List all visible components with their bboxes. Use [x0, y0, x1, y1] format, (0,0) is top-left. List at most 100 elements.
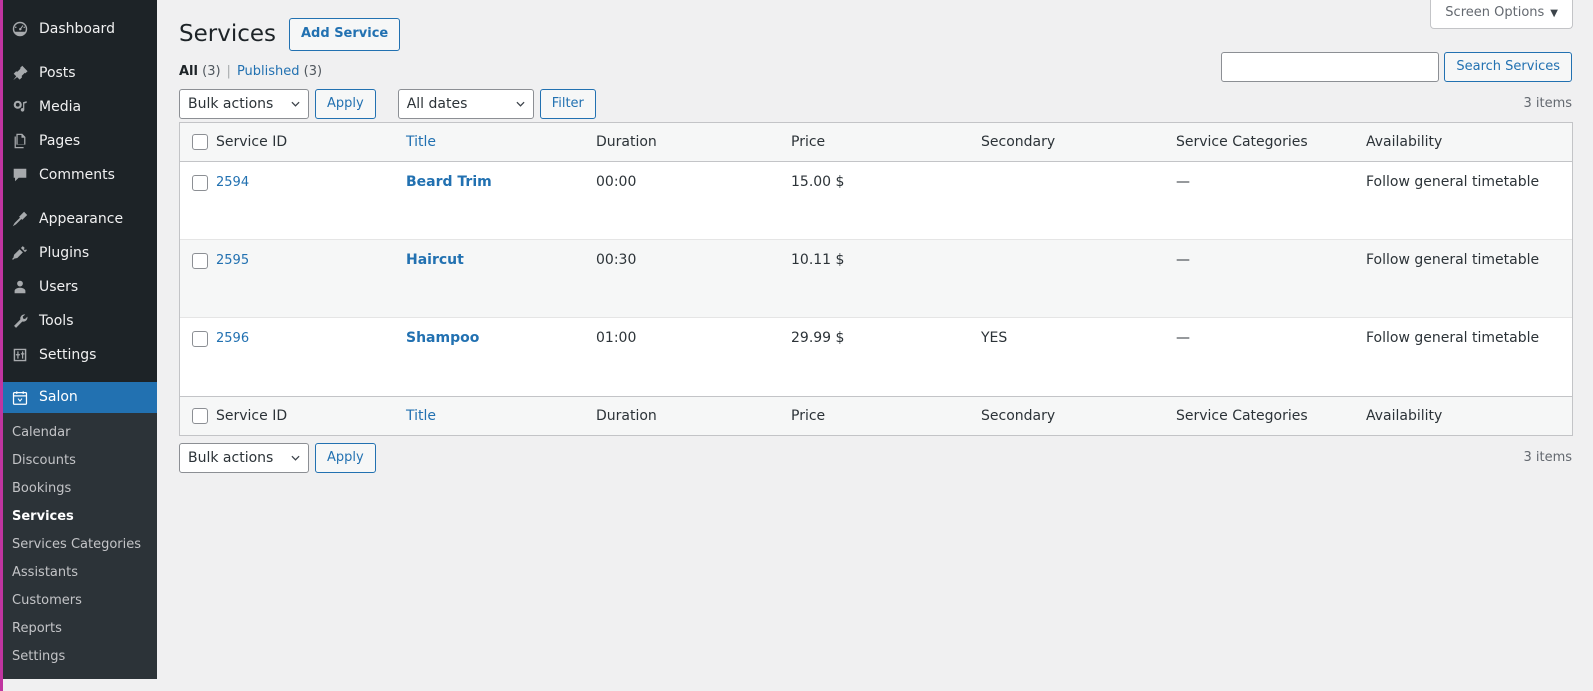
chevron-down-icon: ▼ [1550, 8, 1558, 19]
cell-availability: Follow general timetable [1366, 318, 1572, 397]
service-id-link[interactable]: 2594 [216, 175, 249, 190]
view-published-link[interactable]: Published [237, 64, 300, 79]
page-header: Services Add Service [179, 0, 1573, 54]
sidebar-item-settings[interactable]: Settings [0, 338, 157, 372]
column-header-service-id: Service ID [216, 122, 406, 163]
footer-column-duration: Duration [596, 396, 791, 436]
sidebar-item-calendar[interactable]: Calendar [0, 419, 157, 447]
sidebar-item-services[interactable]: Services [0, 503, 157, 531]
sidebar-item-label: Tools [39, 313, 74, 329]
view-published[interactable]: Published (3) [237, 64, 322, 79]
footer-column-service-id: Service ID [216, 396, 406, 436]
table-footer-row: Service ID Title Duration Price Secondar… [180, 396, 1572, 436]
pages-icon [10, 131, 30, 151]
media-icon [10, 97, 30, 117]
sidebar-item-bookings[interactable]: Bookings [0, 475, 157, 503]
service-id-link[interactable]: 2596 [216, 331, 249, 346]
settings-icon [10, 345, 30, 365]
row-checkbox[interactable] [192, 253, 208, 270]
search-box: Search Services [1221, 52, 1572, 82]
sidebar-item-assistants[interactable]: Assistants [0, 559, 157, 587]
column-header-title[interactable]: Title [406, 122, 596, 163]
sidebar-item-appearance[interactable]: Appearance [0, 202, 157, 236]
sidebar-item-label: Appearance [39, 211, 124, 227]
table-head: Service ID Title Duration Price Secondar… [180, 122, 1572, 163]
chevron-down-icon [291, 101, 300, 107]
sidebar-item-pages[interactable]: Pages [0, 124, 157, 158]
sidebar-item-label: Salon [39, 389, 78, 405]
date-filter-select[interactable]: All dates [397, 88, 534, 119]
sidebar-item-comments[interactable]: Comments [0, 158, 157, 192]
sidebar-item-label: Plugins [39, 245, 90, 261]
row-checkbox[interactable] [192, 331, 208, 348]
brush-icon [10, 209, 30, 229]
bulk-actions-select-bottom[interactable]: Bulk actions [179, 443, 309, 474]
column-header-duration: Duration [596, 122, 791, 163]
admin-accent-stripe [0, 0, 3, 691]
sidebar-item-salon[interactable]: Salon [0, 382, 165, 413]
cell-duration: 01:00 [596, 318, 791, 397]
service-title-link[interactable]: Shampoo [406, 330, 479, 346]
plug-icon [10, 243, 30, 263]
search-input[interactable] [1221, 52, 1440, 82]
cell-availability: Follow general timetable [1366, 162, 1572, 241]
date-filter-value: All dates [406, 95, 468, 112]
view-all-link[interactable]: All [179, 64, 198, 79]
select-all-header-top [180, 122, 216, 163]
row-select-cell [180, 162, 216, 241]
bulk-actions-select-top[interactable]: Bulk actions [179, 88, 309, 119]
sidebar-item-media[interactable]: Media [0, 90, 157, 124]
sidebar-item-label: Posts [39, 65, 76, 81]
cell-service-categories: — [1176, 240, 1366, 319]
footer-column-title[interactable]: Title [406, 396, 596, 436]
add-service-button[interactable]: Add Service [289, 17, 401, 52]
footer-column-price: Price [791, 396, 981, 436]
column-header-secondary: Secondary [981, 122, 1176, 163]
bulk-actions-value: Bulk actions [188, 450, 274, 467]
sidebar-item-dashboard[interactable]: Dashboard [0, 12, 157, 46]
row-checkbox[interactable] [192, 175, 208, 192]
sidebar-item-salon-settings[interactable]: Settings [0, 643, 157, 671]
select-all-checkbox-bottom[interactable] [192, 408, 208, 425]
pin-icon [10, 63, 30, 83]
cell-price: 29.99 $ [791, 318, 981, 397]
screen-options-button[interactable]: Screen Options ▼ [1430, 0, 1573, 29]
bulk-actions-value: Bulk actions [188, 95, 274, 112]
admin-sidebar: Dashboard Posts Media Pages Comments App… [0, 0, 165, 679]
sort-title-link-bottom[interactable]: Title [406, 408, 436, 424]
calendar-icon [10, 388, 30, 408]
apply-button-top[interactable]: Apply [315, 88, 376, 119]
sort-title-link[interactable]: Title [406, 134, 436, 150]
select-all-checkbox-top[interactable] [192, 133, 208, 150]
column-header-availability: Availability [1366, 122, 1572, 163]
service-title-link[interactable]: Haircut [406, 252, 464, 268]
sidebar-item-posts[interactable]: Posts [0, 56, 157, 90]
column-header-service-categories: Service Categories [1176, 122, 1366, 163]
sidebar-item-label: Users [39, 279, 79, 295]
footer-column-service-categories: Service Categories [1176, 396, 1366, 436]
filter-button[interactable]: Filter [539, 88, 596, 119]
sidebar-item-tools[interactable]: Tools [0, 304, 157, 338]
sidebar-item-services-categories[interactable]: Services Categories [0, 531, 157, 559]
cell-duration: 00:30 [596, 240, 791, 319]
view-all[interactable]: All (3) [179, 64, 221, 79]
cell-service-id: 2595 [216, 240, 406, 319]
items-count-top: 3 items [1523, 95, 1572, 111]
sidebar-item-discounts[interactable]: Discounts [0, 447, 157, 475]
sidebar-item-users[interactable]: Users [0, 270, 157, 304]
apply-button-bottom[interactable]: Apply [315, 443, 376, 474]
sidebar-item-label: Dashboard [39, 21, 115, 37]
wrench-icon [10, 311, 30, 331]
service-title-link[interactable]: Beard Trim [406, 174, 492, 190]
sidebar-item-label: Pages [39, 133, 81, 149]
page-title: Services [179, 21, 276, 47]
service-id-link[interactable]: 2595 [216, 253, 249, 268]
table-row: 2595 Haircut 00:30 10.11 $ — Follow gene… [180, 240, 1572, 319]
sidebar-item-reports[interactable]: Reports [0, 615, 157, 643]
cell-title: Shampoo [406, 318, 596, 397]
search-services-button[interactable]: Search Services [1444, 52, 1572, 82]
sidebar-item-customers[interactable]: Customers [0, 587, 157, 615]
sidebar-item-plugins[interactable]: Plugins [0, 236, 157, 270]
cell-secondary [981, 162, 1176, 241]
select-all-header-bottom [180, 396, 216, 436]
